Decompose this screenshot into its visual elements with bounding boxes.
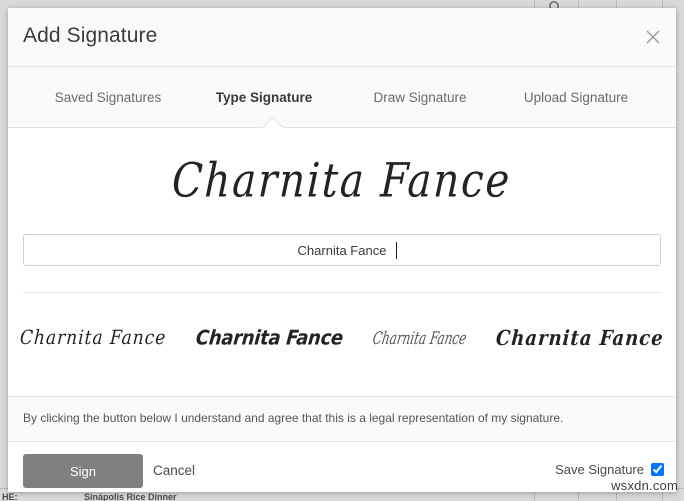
save-signature-group: Save Signature: [555, 462, 664, 477]
signature-style-option-3[interactable]: Charnita Fance: [369, 328, 470, 348]
page-title: Add Signature: [23, 24, 158, 47]
background-text-mid: Sinápolis Rice Dinner: [84, 492, 177, 501]
modal-body: Charnita Fance Charnita Fance Charnita F…: [8, 128, 676, 396]
save-signature-label: Save Signature: [555, 462, 644, 477]
signature-name-input[interactable]: [85, 241, 599, 259]
close-icon[interactable]: [642, 26, 664, 48]
tab-list: Saved Signatures Type Signature Draw Sig…: [8, 67, 676, 127]
add-signature-modal: Add Signature Saved Signatures Type Sign…: [8, 8, 676, 492]
watermark: wsxdn.com: [611, 478, 678, 493]
signature-input-wrapper[interactable]: [23, 234, 661, 266]
tab-bar: Saved Signatures Type Signature Draw Sig…: [8, 67, 676, 128]
legal-notice-text: By clicking the button below I understan…: [23, 411, 564, 425]
signature-preview-text: Charnita Fance: [171, 153, 513, 208]
tab-type-signature[interactable]: Type Signature: [186, 90, 342, 105]
modal-footer: Sign Cancel Save Signature: [8, 442, 676, 492]
background-bottom-text: HE: Sinápolis Rice Dinner: [0, 492, 684, 501]
sign-button[interactable]: Sign: [23, 454, 143, 488]
cancel-button[interactable]: Cancel: [153, 463, 195, 478]
text-caret: [396, 242, 397, 259]
signature-style-options: Charnita Fance Charnita Fance Charnita F…: [18, 303, 666, 373]
signature-style-option-1[interactable]: Charnita Fance: [17, 327, 169, 350]
signature-style-option-4[interactable]: Charnita Fance: [493, 326, 667, 350]
active-tab-pointer-icon: [263, 117, 285, 128]
signature-style-option-2[interactable]: Charnita Fance: [193, 326, 346, 350]
legal-notice-bar: By clicking the button below I understan…: [8, 396, 676, 442]
signature-preview: Charnita Fance: [8, 128, 676, 233]
tab-saved-signatures[interactable]: Saved Signatures: [30, 90, 186, 105]
save-signature-checkbox[interactable]: [651, 463, 664, 476]
divider: [23, 292, 661, 293]
background-text-left: HE:: [2, 492, 18, 501]
tab-upload-signature[interactable]: Upload Signature: [498, 90, 654, 105]
modal-header: Add Signature: [8, 8, 676, 67]
signature-input-row: [8, 234, 676, 278]
tab-draw-signature[interactable]: Draw Signature: [342, 90, 498, 105]
